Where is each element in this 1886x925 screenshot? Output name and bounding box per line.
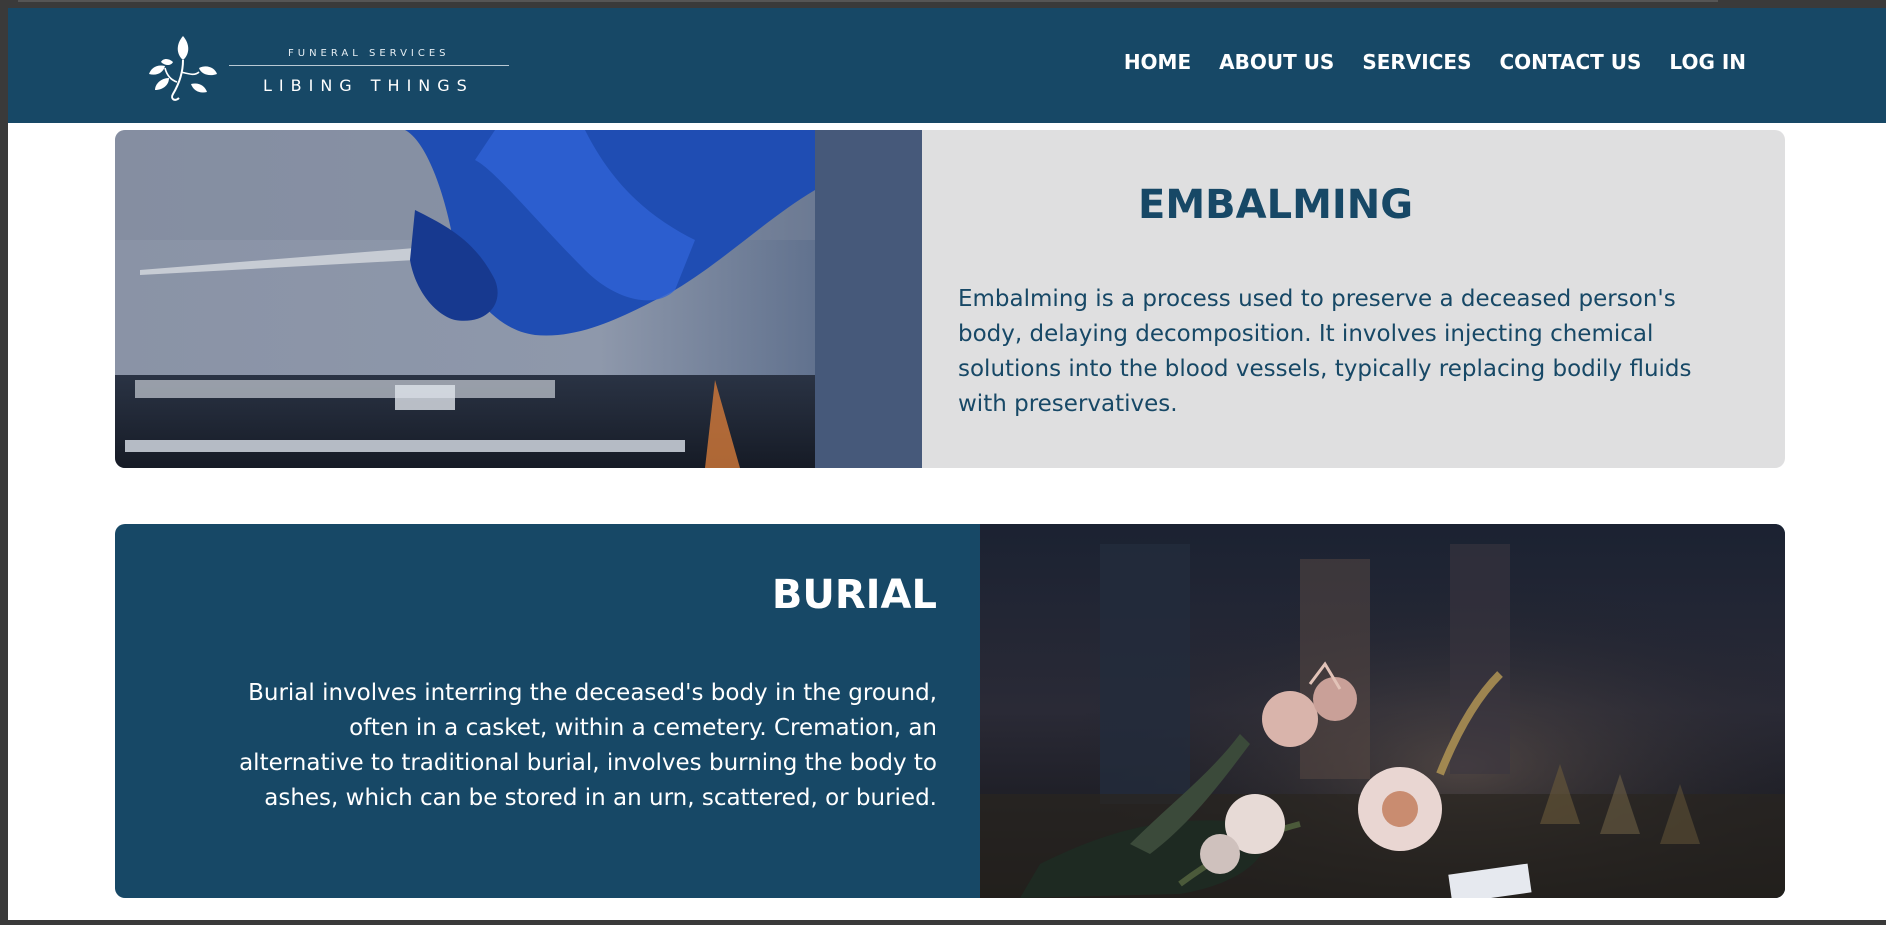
- nav-services[interactable]: SERVICES: [1362, 50, 1471, 74]
- nav-about-us[interactable]: ABOUT US: [1219, 50, 1334, 74]
- main-nav: HOME ABOUT US SERVICES CONTACT US LOG IN: [1124, 50, 1746, 74]
- service-card-embalming: EMBALMING Embalming is a process used to…: [115, 130, 1785, 468]
- site-header: FUNERAL SERVICES LIBING THINGS HOME ABOU…: [8, 8, 1886, 123]
- nav-log-in[interactable]: LOG IN: [1669, 50, 1746, 74]
- nav-contact-us[interactable]: CONTACT US: [1499, 50, 1641, 74]
- embalming-content: EMBALMING Embalming is a process used to…: [958, 130, 1758, 468]
- brand-tagline: FUNERAL SERVICES: [288, 48, 450, 59]
- window-top-bar: [18, 0, 1718, 2]
- burial-title: BURIAL: [771, 572, 937, 618]
- nav-home[interactable]: HOME: [1124, 50, 1191, 74]
- brand-name: LIBING THINGS: [263, 76, 474, 95]
- service-card-burial: BURIAL Burial involves interring the dec…: [115, 524, 1785, 898]
- embalming-description: Embalming is a process used to preserve …: [958, 286, 1692, 417]
- leaf-branch-icon: [149, 36, 217, 101]
- embalming-photo: [115, 130, 922, 468]
- site-logo[interactable]: FUNERAL SERVICES LIBING THINGS: [143, 28, 513, 106]
- browser-window: FUNERAL SERVICES LIBING THINGS HOME ABOU…: [8, 8, 1886, 920]
- burial-description: Burial involves interring the deceased's…: [239, 680, 937, 811]
- logo-divider: [229, 65, 509, 66]
- burial-flowers-photo: [980, 524, 1785, 898]
- embalming-title: EMBALMING: [1138, 182, 1414, 228]
- window-top-edge: [0, 0, 1886, 8]
- burial-content: BURIAL Burial involves interring the dec…: [115, 524, 937, 898]
